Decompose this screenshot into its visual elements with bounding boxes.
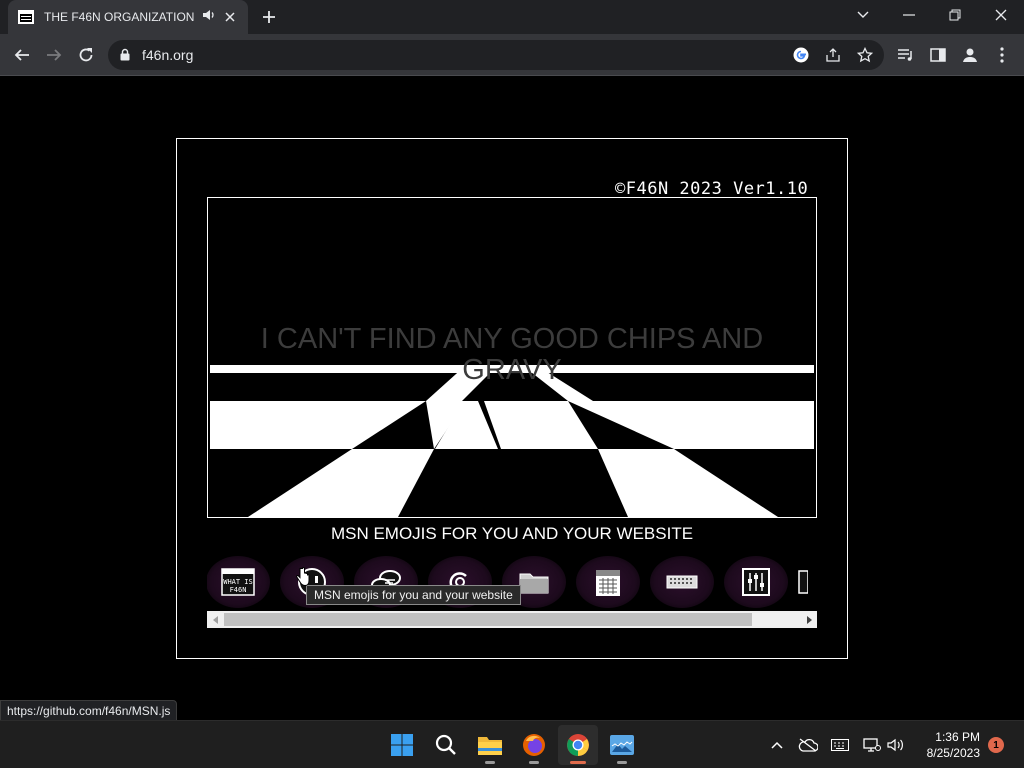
clock-time: 1:36 PM bbox=[935, 730, 980, 744]
windows-taskbar: 1:36 PM 8/25/2023 1 bbox=[0, 720, 1024, 768]
version-label: ©F46N 2023 Ver1.10 bbox=[615, 179, 809, 199]
side-panel-icon[interactable] bbox=[926, 43, 950, 67]
emoji-logo-line-1: WHAT IS bbox=[223, 578, 253, 586]
tab-strip: THE F46N ORGANIZATION bbox=[0, 0, 1024, 34]
site-frame: ©F46N 2023 Ver1.10 I CAN'T FIND ANY GOOD… bbox=[176, 138, 848, 659]
search-icon[interactable] bbox=[426, 725, 466, 765]
page-viewport: ©F46N 2023 Ver1.10 I CAN'T FIND ANY GOOD… bbox=[0, 77, 1024, 722]
site-favicon bbox=[18, 10, 34, 24]
volume-icon[interactable] bbox=[886, 735, 906, 755]
new-tab-button[interactable] bbox=[258, 7, 280, 27]
link-status-bar: https://github.com/f46n/MSN.js bbox=[0, 700, 178, 722]
chrome-icon[interactable] bbox=[558, 725, 598, 765]
photos-app-icon[interactable] bbox=[602, 725, 642, 765]
reload-button[interactable] bbox=[74, 43, 98, 67]
browser-toolbar: f46n.org bbox=[0, 34, 1024, 76]
network-icon[interactable] bbox=[862, 735, 882, 755]
show-hidden-icons-icon[interactable] bbox=[767, 735, 787, 755]
running-indicator bbox=[617, 761, 627, 764]
keyboard-emoji[interactable] bbox=[650, 556, 714, 608]
lock-icon[interactable] bbox=[120, 48, 130, 61]
tab-title: THE F46N ORGANIZATION bbox=[44, 10, 195, 24]
url-text: f46n.org bbox=[142, 47, 194, 63]
running-indicator bbox=[529, 761, 539, 764]
tab-search-icon[interactable] bbox=[840, 0, 886, 30]
running-indicator bbox=[485, 761, 495, 764]
calendar-emoji[interactable] bbox=[576, 556, 640, 608]
scroll-left-arrow-icon[interactable] bbox=[207, 611, 224, 628]
notification-badge[interactable]: 1 bbox=[988, 737, 1004, 753]
road-animation: I CAN'T FIND ANY GOOD CHIPS AND GRAVY bbox=[207, 197, 817, 518]
scrollbar-thumb[interactable] bbox=[224, 613, 752, 626]
google-lens-icon[interactable] bbox=[791, 45, 811, 65]
tab-close-icon[interactable] bbox=[222, 9, 238, 25]
speaker-icon[interactable] bbox=[202, 8, 216, 26]
address-bar[interactable]: f46n.org bbox=[108, 40, 884, 70]
onedrive-icon[interactable] bbox=[798, 735, 818, 755]
hand-cursor-icon bbox=[296, 567, 310, 587]
media-control-icon[interactable] bbox=[894, 43, 918, 67]
file-explorer-icon[interactable] bbox=[470, 725, 510, 765]
browser-tab[interactable]: THE F46N ORGANIZATION bbox=[8, 0, 248, 34]
emoji-logo-line-2: F46N bbox=[230, 586, 247, 594]
back-button[interactable] bbox=[10, 43, 34, 67]
screen: THE F46N ORGANIZATION f46n.org ©F46N 202… bbox=[0, 0, 1024, 768]
keyboard-layout-icon[interactable] bbox=[830, 735, 850, 755]
mixer-emoji[interactable] bbox=[724, 556, 788, 608]
minimize-button[interactable] bbox=[886, 0, 932, 30]
share-icon[interactable] bbox=[823, 45, 843, 65]
scene-caption: I CAN'T FIND ANY GOOD CHIPS AND GRAVY bbox=[260, 323, 764, 386]
clock-date: 8/25/2023 bbox=[926, 746, 980, 760]
system-clock[interactable]: 1:36 PM 8/25/2023 bbox=[912, 729, 980, 761]
emoji-tooltip: MSN emojis for you and your website bbox=[306, 585, 521, 605]
close-window-button[interactable] bbox=[978, 0, 1024, 30]
msn-emojis-heading: MSN EMOJIS FOR YOU AND YOUR WEBSITE bbox=[330, 524, 694, 543]
partial-emoji[interactable] bbox=[798, 556, 817, 608]
active-indicator bbox=[570, 761, 586, 764]
horizontal-scrollbar[interactable] bbox=[207, 611, 817, 628]
bookmark-star-icon[interactable] bbox=[855, 45, 875, 65]
scroll-right-arrow-icon[interactable] bbox=[800, 611, 817, 628]
firefox-icon[interactable] bbox=[514, 725, 554, 765]
profile-icon[interactable] bbox=[958, 43, 982, 67]
what-is-f46n-emoji[interactable]: WHAT IS F46N bbox=[207, 556, 270, 608]
menu-kebab-icon[interactable] bbox=[990, 43, 1014, 67]
forward-button[interactable] bbox=[42, 43, 66, 67]
start-button[interactable] bbox=[382, 725, 422, 765]
restore-button[interactable] bbox=[932, 0, 978, 30]
